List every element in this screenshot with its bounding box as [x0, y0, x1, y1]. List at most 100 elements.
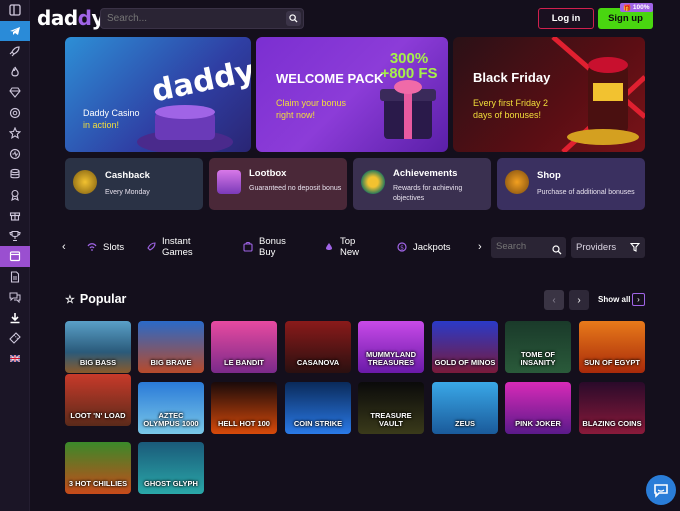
- category-top-new[interactable]: Top New: [324, 236, 359, 258]
- trophy-icon[interactable]: [0, 226, 30, 247]
- game-title: ZEUS: [454, 419, 475, 428]
- category-slots-label: Slots: [103, 241, 125, 253]
- promo-achievements[interactable]: Achievements Rewards for achieving objec…: [353, 158, 491, 210]
- login-button[interactable]: Log in: [538, 8, 594, 29]
- game-search-input[interactable]: [496, 241, 546, 252]
- banner-3-subtitle: Every first Friday 2 days of bonuses!: [473, 98, 549, 120]
- live-icon[interactable]: [0, 144, 30, 165]
- banner-black-friday[interactable]: Black Friday Every first Friday 2 days o…: [453, 37, 645, 152]
- banner-welcome-pack[interactable]: WELCOME PACK 300% +800 FS Claim your bon…: [256, 37, 448, 152]
- show-all-link[interactable]: Show all: [598, 295, 630, 304]
- game-tile[interactable]: COIN STRIKE: [285, 382, 351, 434]
- game-tile[interactable]: AZTEC OLYMPUS 1000: [138, 382, 204, 434]
- game-search-box[interactable]: [491, 237, 566, 258]
- chat-icon[interactable]: [0, 287, 30, 308]
- game-title: GOLD OF MINOS: [434, 358, 496, 367]
- drop-icon: [324, 242, 334, 252]
- chip-icon[interactable]: [0, 103, 30, 124]
- promo-cashback-title: Cashback: [105, 170, 150, 181]
- game-tile[interactable]: LOOT 'N' LOAD: [65, 374, 131, 426]
- promo-lootbox-desc: Guaranteed no deposit bonus: [249, 185, 342, 192]
- show-all-arrow-icon[interactable]: ›: [632, 293, 645, 306]
- rocket-icon: [146, 242, 156, 252]
- promo-cashback[interactable]: Cashback Every Monday: [65, 158, 203, 210]
- game-title: BIG BRAVE: [150, 358, 192, 367]
- svg-text:$: $: [400, 244, 404, 251]
- gift-icon[interactable]: [0, 205, 30, 226]
- popular-prev-button[interactable]: ‹: [544, 290, 564, 310]
- ribbon-icon[interactable]: [0, 185, 30, 206]
- coins-icon[interactable]: [0, 164, 30, 185]
- promo-lootbox-title: Lootbox: [249, 168, 287, 179]
- game-title: SUN OF EGYPT: [584, 358, 640, 367]
- game-title: 3 HOT CHILLIES: [68, 479, 128, 488]
- promo-achievements-title: Achievements: [393, 168, 458, 179]
- promo-shop-title: Shop: [537, 170, 561, 181]
- banner-daddy-casino[interactable]: daddy Daddy Casino in action!: [65, 37, 251, 152]
- game-title: PINK JOKER: [515, 419, 561, 428]
- game-tile[interactable]: PINK JOKER: [505, 382, 571, 434]
- promo-cashback-desc: Every Monday: [105, 189, 150, 196]
- game-title: MUMMYLAND TREASURES: [366, 350, 416, 367]
- providers-dropdown[interactable]: Providers: [571, 237, 645, 258]
- game-tile[interactable]: TREASURE VAULT: [358, 382, 424, 434]
- game-title: TREASURE VAULT: [370, 411, 412, 428]
- promo-achievements-desc: Rewards for achieving objectives: [393, 185, 463, 202]
- game-tile[interactable]: SUN OF EGYPT: [579, 321, 645, 373]
- lootbox-icon: [217, 170, 241, 194]
- rocket-icon[interactable]: [0, 41, 30, 62]
- banner-1-title: Daddy Casino: [83, 108, 140, 118]
- popular-heading: ☆ Popular: [65, 292, 126, 306]
- game-tile[interactable]: 3 HOT CHILLIES: [65, 442, 131, 494]
- telegram-icon[interactable]: [0, 20, 30, 41]
- promo-lootbox[interactable]: Lootbox Guaranteed no deposit bonus: [209, 158, 347, 210]
- sidebar-toggle-icon[interactable]: [0, 0, 30, 21]
- jackpot-coin-icon: $: [397, 242, 407, 252]
- ticket-icon[interactable]: [0, 328, 30, 349]
- search-box[interactable]: [100, 8, 304, 29]
- daddy-logo[interactable]: daddy: [37, 6, 105, 30]
- calendar-icon[interactable]: [0, 246, 30, 267]
- game-tile[interactable]: BLAZING COINS: [579, 382, 645, 434]
- game-tile[interactable]: GOLD OF MINOS: [432, 321, 498, 373]
- game-tile[interactable]: ZEUS: [432, 382, 498, 434]
- diamond-icon[interactable]: [0, 82, 30, 103]
- banner-1-subtitle: in action!: [83, 120, 120, 130]
- game-title: CASANOVA: [296, 358, 340, 367]
- game-title: BIG BASS: [79, 358, 117, 367]
- live-chat-button[interactable]: [646, 475, 676, 505]
- fire-icon[interactable]: [0, 62, 30, 83]
- game-title: TOME OF INSANITY: [520, 350, 556, 367]
- category-slots[interactable]: Slots: [87, 236, 124, 258]
- category-instant-games-label: Instant Games: [162, 236, 193, 258]
- document-icon[interactable]: [0, 267, 30, 288]
- game-tile[interactable]: HELL HOT 100: [211, 382, 277, 434]
- star-icon[interactable]: [0, 123, 30, 144]
- cashback-icon: [73, 170, 97, 194]
- achievements-icon: [361, 170, 385, 194]
- game-title: GHOST GLYPH: [144, 479, 198, 488]
- game-tile[interactable]: MUMMYLAND TREASURES: [358, 321, 424, 373]
- search-input[interactable]: [107, 13, 277, 24]
- providers-label: Providers: [576, 242, 617, 253]
- game-tile[interactable]: BIG BRAVE: [138, 321, 204, 373]
- search-icon[interactable]: [552, 242, 562, 260]
- category-next-icon[interactable]: ›: [478, 236, 482, 258]
- game-title: COIN STRIKE: [293, 419, 343, 428]
- slot-machine-art: [551, 37, 645, 152]
- game-tile[interactable]: TOME OF INSANITY: [505, 321, 571, 373]
- category-instant-games[interactable]: Instant Games: [146, 236, 193, 258]
- promo-shop[interactable]: Shop Purchase of additional bonuses: [497, 158, 645, 210]
- flag-uk-icon[interactable]: [0, 349, 30, 370]
- download-icon[interactable]: [0, 308, 30, 329]
- category-bonus-buy[interactable]: Bonus Buy: [243, 236, 286, 258]
- popular-next-button[interactable]: ›: [569, 290, 589, 310]
- star-icon: ☆: [65, 293, 75, 306]
- search-icon[interactable]: [286, 11, 301, 26]
- game-tile[interactable]: LE BANDIT: [211, 321, 277, 373]
- category-jackpots[interactable]: $ Jackpots: [397, 236, 451, 258]
- game-tile[interactable]: CASANOVA: [285, 321, 351, 373]
- game-tile[interactable]: BIG BASS: [65, 321, 131, 373]
- game-tile[interactable]: GHOST GLYPH: [138, 442, 204, 494]
- category-prev-icon[interactable]: ‹: [62, 236, 66, 258]
